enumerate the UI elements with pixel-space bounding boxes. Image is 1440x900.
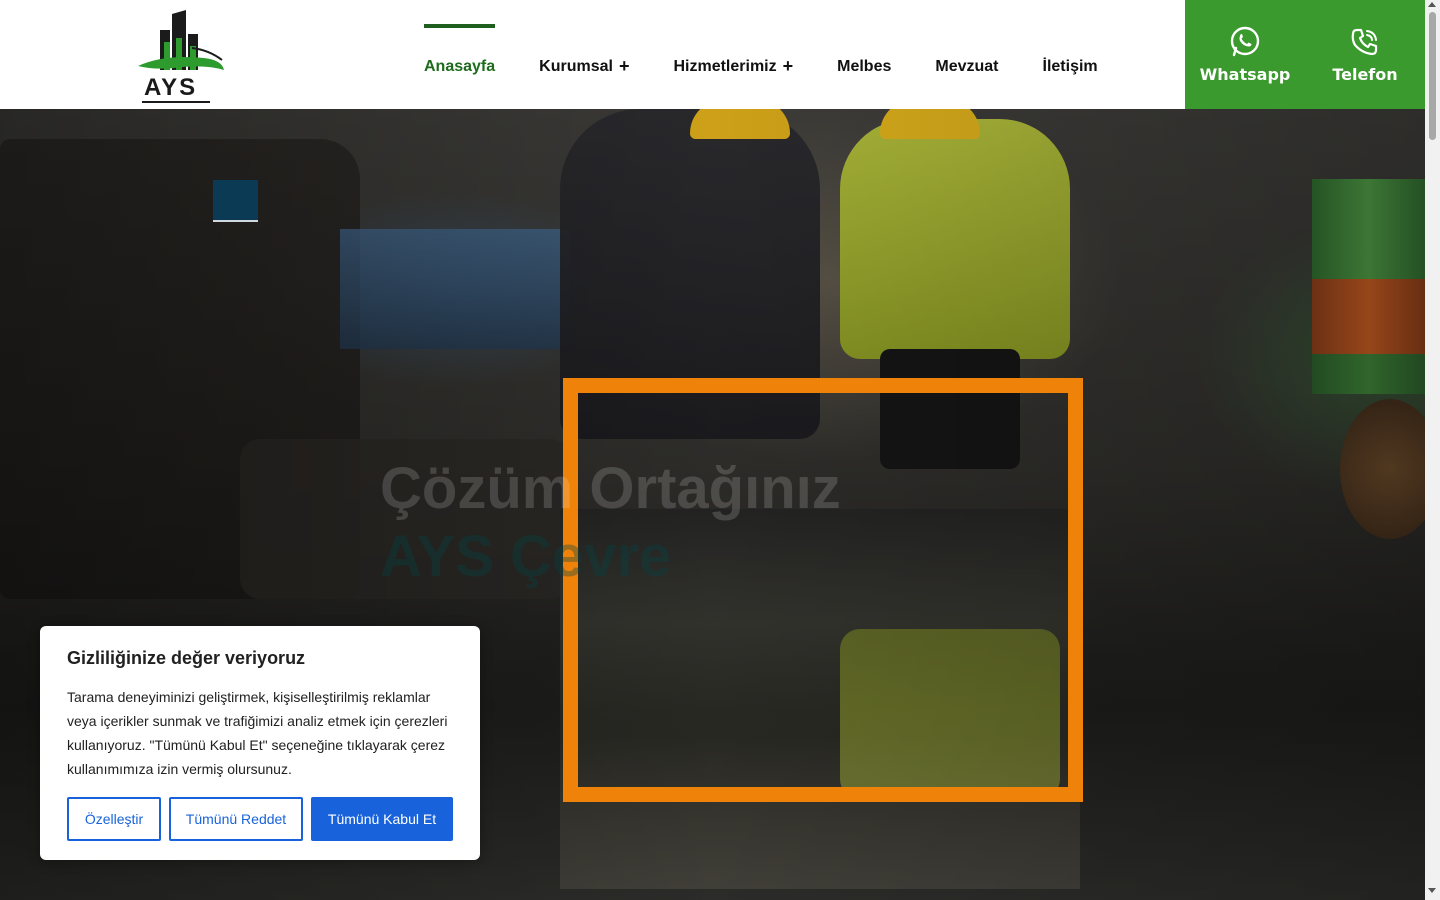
scroll-thumb[interactable] bbox=[1429, 12, 1436, 140]
phone-label: Telefon bbox=[1332, 65, 1398, 84]
nav-label: Hizmetlerimiz bbox=[673, 57, 777, 75]
site-header: AYS Anasayfa Kurumsal + Hizmetlerimiz + … bbox=[0, 0, 1425, 109]
submenu-plus-icon: + bbox=[782, 56, 794, 76]
contact-box: Whatsapp Telefon bbox=[1185, 0, 1425, 109]
nav-label: Kurumsal bbox=[539, 57, 613, 75]
nav-item-hizmetlerimiz[interactable]: Hizmetlerimiz + bbox=[673, 0, 793, 109]
whatsapp-icon bbox=[1230, 26, 1260, 57]
hero-subtitle: AYS Çevre bbox=[380, 524, 672, 589]
accept-all-button[interactable]: Tümünü Kabul Et bbox=[311, 797, 453, 841]
scroll-up-arrow-icon[interactable] bbox=[1428, 2, 1436, 7]
nav-label: Melbes bbox=[837, 57, 892, 75]
customize-button[interactable]: Özelleştir bbox=[67, 797, 161, 841]
hero-orange-frame bbox=[563, 378, 1083, 802]
nav-item-melbes[interactable]: Melbes bbox=[837, 0, 891, 109]
nav-item-kurumsal[interactable]: Kurumsal + bbox=[539, 0, 629, 109]
nav-item-anasayfa[interactable]: Anasayfa bbox=[424, 0, 496, 109]
whatsapp-button[interactable]: Whatsapp bbox=[1185, 0, 1305, 109]
phone-button[interactable]: Telefon bbox=[1305, 0, 1425, 109]
page-scrollbar[interactable] bbox=[1425, 0, 1440, 900]
cookie-title: Gizliliğinize değer veriyoruz bbox=[67, 648, 306, 668]
nav-item-iletisim[interactable]: İletişim bbox=[1043, 0, 1098, 109]
nav-label: İletişim bbox=[1042, 57, 1098, 75]
main-nav: Anasayfa Kurumsal + Hizmetlerimiz + Melb… bbox=[424, 0, 1142, 109]
cookie-consent-dialog: Gizliliğinize değer veriyoruz Tarama den… bbox=[40, 626, 480, 860]
logo-underline bbox=[142, 101, 210, 103]
submenu-plus-icon: + bbox=[618, 56, 630, 76]
logo-text: AYS bbox=[144, 74, 198, 101]
reject-all-button[interactable]: Tümünü Reddet bbox=[169, 797, 303, 841]
nav-label: Anasayfa bbox=[424, 57, 496, 75]
whatsapp-label: Whatsapp bbox=[1199, 65, 1291, 84]
site-logo[interactable]: AYS bbox=[134, 8, 228, 103]
hero-accent-block bbox=[213, 180, 258, 222]
nav-item-mevzuat[interactable]: Mevzuat bbox=[935, 0, 998, 109]
cookie-text: Tarama deneyiminizi geliştirmek, kişisel… bbox=[67, 689, 448, 777]
logo-buildings-icon bbox=[138, 10, 224, 70]
scroll-down-arrow-icon[interactable] bbox=[1428, 888, 1436, 893]
phone-icon bbox=[1351, 28, 1378, 56]
cookie-buttons: Özelleştir Tümünü Reddet Tümünü Kabul Et bbox=[67, 797, 453, 841]
hero-title: Çözüm Ortağınız bbox=[380, 456, 841, 521]
nav-label: Mevzuat bbox=[935, 57, 999, 75]
